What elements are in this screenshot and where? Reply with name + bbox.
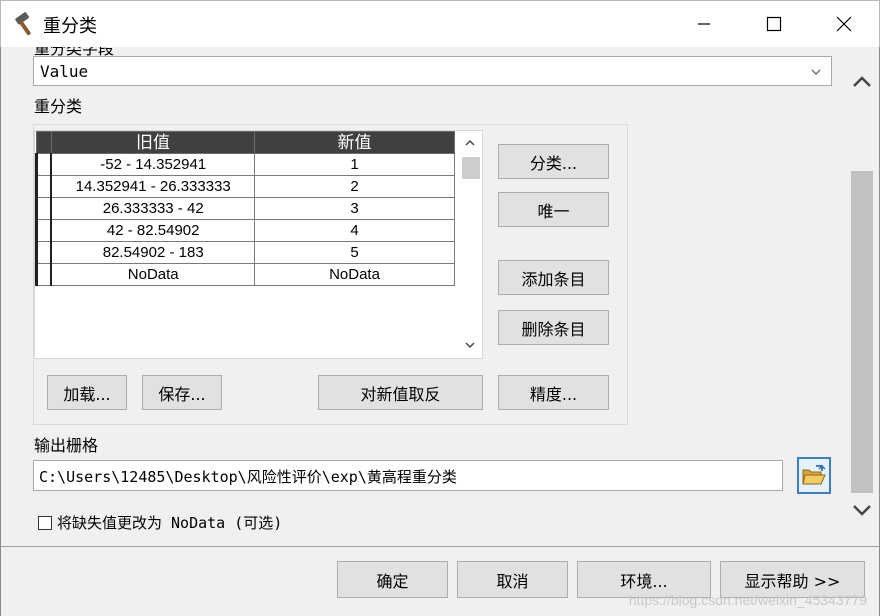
close-icon [836,16,852,32]
add-entry-button[interactable]: 添加条目 [498,260,609,295]
table-row[interactable]: 14.352941 - 26.333333 2 [35,175,455,198]
watermark-text: https://blog.csdn.net/weixin_45343779 [628,592,867,608]
chevron-down-icon[interactable] [463,338,477,352]
cell-new-value[interactable]: NoData [254,263,455,286]
table-header-row: 旧值 新值 [36,131,455,154]
row-header-corner [36,131,52,154]
output-label: 输出栅格 [34,436,99,455]
row-selector[interactable] [35,219,53,242]
nodata-checkbox-label: 将缺失值更改为 NoData (可选) [57,514,283,532]
cell-new-value[interactable]: 5 [254,241,455,264]
cell-old-value[interactable]: -52 - 14.352941 [50,153,256,176]
table-row[interactable]: 26.333333 - 42 3 [35,197,455,220]
row-selector[interactable] [35,241,53,264]
table-scrollbar[interactable] [458,131,482,358]
cancel-button[interactable]: 取消 [457,561,568,598]
title-bar: 重分类 [0,0,880,47]
chevron-down-icon [811,69,821,75]
maximize-icon [766,16,782,32]
folder-open-icon [802,464,826,484]
classify-button[interactable]: 分类... [498,144,609,179]
minimize-button[interactable] [669,1,739,47]
output-path-input[interactable]: C:\Users\12485\Desktop\风险性评价\exp\黄高程重分类 [33,460,783,491]
cell-new-value[interactable]: 3 [254,197,455,220]
cell-old-value[interactable]: 26.333333 - 42 [50,197,256,220]
reclass-table: 旧值 新值 -52 - 14.352941 1 14.352941 - 26.3… [34,130,483,359]
nodata-checkbox[interactable] [38,515,52,530]
cell-new-value[interactable]: 4 [254,219,455,242]
chevron-up-icon[interactable] [463,136,477,150]
maximize-button[interactable] [739,1,809,47]
table-row[interactable]: NoData NoData [35,263,455,286]
minimize-icon [698,23,710,25]
cell-old-value[interactable]: 42 - 82.54902 [50,219,256,242]
cell-old-value[interactable]: 14.352941 - 26.333333 [50,175,256,198]
reverse-values-button[interactable]: 对新值取反 [318,375,483,410]
nodata-option[interactable]: 将缺失值更改为 NoData (可选) [38,512,282,533]
delete-entry-button[interactable]: 删除条目 [498,310,609,345]
row-selector[interactable] [35,175,53,198]
browse-button[interactable] [797,457,831,494]
load-button[interactable]: 加载... [47,375,127,410]
save-button[interactable]: 保存... [142,375,222,410]
row-selector[interactable] [35,263,53,286]
column-header-new[interactable]: 新值 [254,131,455,154]
dialog-panel: 重分类字段 Value 重分类 旧值 新值 -52 - 14.352941 1 [0,47,880,546]
table-scroll-thumb[interactable] [462,157,480,179]
unique-button[interactable]: 唯一 [498,192,609,227]
cell-old-value[interactable]: 82.54902 - 183 [50,241,256,264]
row-selector[interactable] [35,153,53,176]
close-button[interactable] [809,1,879,47]
precision-button[interactable]: 精度... [498,375,609,410]
table-row[interactable]: -52 - 14.352941 1 [35,153,455,176]
table-row[interactable]: 82.54902 - 183 5 [35,241,455,264]
window-title: 重分类 [43,16,97,37]
cell-new-value[interactable]: 1 [254,153,455,176]
field-select-value: Value [40,62,89,81]
chevron-down-icon[interactable] [851,501,873,519]
panel-scroll-thumb[interactable] [851,171,873,493]
chevron-up-icon[interactable] [851,73,873,91]
field-select[interactable]: Value [33,56,832,86]
table-row[interactable]: 42 - 82.54902 4 [35,219,455,242]
hammer-icon [15,12,31,36]
dialog-footer: 确定 取消 环境... 显示帮助 >> https://blog.csdn.ne… [0,546,880,616]
panel-scrollbar[interactable] [849,47,875,546]
ok-button[interactable]: 确定 [337,561,448,598]
cell-new-value[interactable]: 2 [254,175,455,198]
output-path-value: C:\Users\12485\Desktop\风险性评价\exp\黄高程重分类 [39,468,457,486]
column-header-old[interactable]: 旧值 [50,131,256,154]
cell-old-value[interactable]: NoData [50,263,256,286]
row-selector[interactable] [35,197,53,220]
reclass-label: 重分类 [34,97,83,116]
